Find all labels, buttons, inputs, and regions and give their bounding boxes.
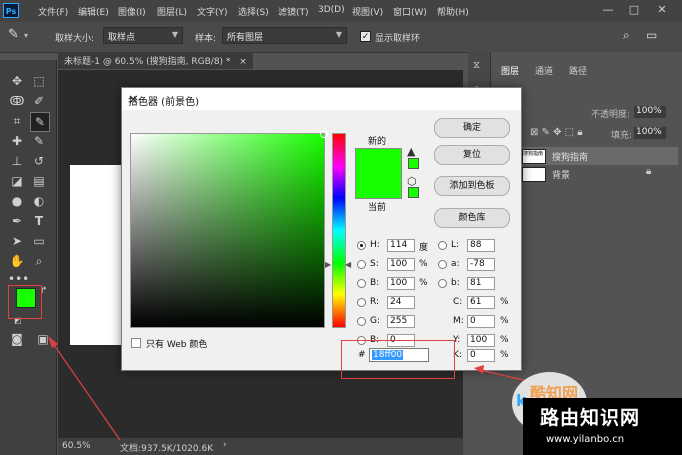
arrow-line bbox=[51, 341, 121, 441]
watermark-url: www.yilanbo.cn bbox=[546, 434, 625, 445]
arrow-head bbox=[48, 336, 58, 348]
arrow-head bbox=[474, 365, 484, 374]
watermark-main: 路由知识网 bbox=[540, 407, 641, 429]
